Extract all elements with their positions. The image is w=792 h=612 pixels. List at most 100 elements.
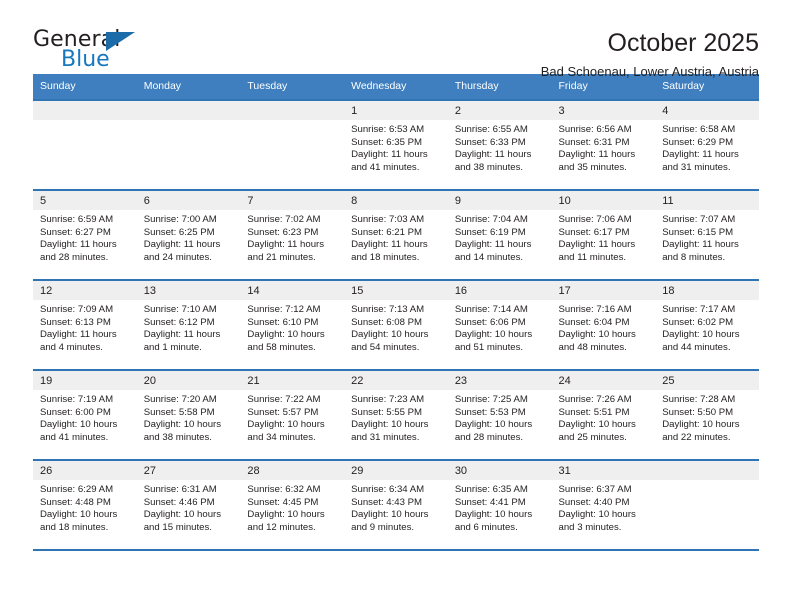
day-cell[interactable]: 20 Sunrise: 7:20 AM Sunset: 5:58 PM Dayl… — [136, 369, 241, 460]
sunrise-text: Sunrise: 6:32 AM — [247, 484, 321, 495]
sunset-text: Sunset: 5:58 PM — [143, 406, 215, 418]
sunset-text: Sunset: 4:43 PM — [351, 496, 423, 508]
sunrise-text: Sunrise: 7:13 AM — [351, 304, 425, 315]
daylight-text: Daylight: 11 hours and 41 minutes. — [351, 149, 428, 173]
day-cell[interactable]: 3 Sunrise: 6:56 AM Sunset: 6:31 PM Dayli… — [551, 99, 656, 190]
daylight-text: Daylight: 10 hours and 12 minutes. — [247, 509, 325, 533]
day-number: 2 — [447, 101, 552, 120]
day-cell[interactable]: 11 Sunrise: 7:07 AM Sunset: 6:15 PM Dayl… — [655, 189, 759, 280]
sunrise-text: Sunrise: 6:29 AM — [40, 484, 114, 495]
sunrise-text: Sunrise: 7:16 AM — [558, 304, 632, 315]
day-cell[interactable]: 4 Sunrise: 6:58 AM Sunset: 6:29 PM Dayli… — [655, 99, 759, 190]
daylight-text: Daylight: 10 hours and 38 minutes. — [143, 419, 222, 443]
daylight-text: Daylight: 11 hours and 31 minutes. — [662, 149, 739, 173]
day-details: Sunrise: 6:32 AM Sunset: 4:45 PM Dayligh… — [240, 480, 344, 534]
day-details: Sunrise: 7:14 AM Sunset: 6:06 PM Dayligh… — [448, 300, 552, 354]
daylight-text: Daylight: 10 hours and 6 minutes. — [454, 509, 533, 533]
sunrise-text: Sunrise: 7:02 AM — [247, 214, 321, 225]
day-number: 22 — [344, 371, 448, 390]
day-cell[interactable]: 29 Sunrise: 6:34 AM Sunset: 4:43 PM Dayl… — [344, 459, 448, 549]
day-cell[interactable]: 27 Sunrise: 6:31 AM Sunset: 4:46 PM Dayl… — [136, 459, 241, 549]
daylight-text: Daylight: 11 hours and 14 minutes. — [454, 239, 532, 263]
day-cell[interactable]: 2 Sunrise: 6:55 AM Sunset: 6:33 PM Dayli… — [447, 99, 552, 190]
day-number: 13 — [136, 281, 241, 300]
sunrise-text: Sunrise: 7:00 AM — [143, 214, 217, 225]
daylight-text: Daylight: 10 hours and 15 minutes. — [143, 509, 222, 533]
sunset-text: Sunset: 4:46 PM — [143, 496, 215, 508]
day-details: Sunrise: 7:03 AM Sunset: 6:21 PM Dayligh… — [344, 210, 448, 264]
sunrise-text: Sunrise: 7:14 AM — [454, 304, 528, 315]
day-cell[interactable]: 18 Sunrise: 7:17 AM Sunset: 6:02 PM Dayl… — [655, 279, 759, 370]
sunrise-text: Sunrise: 7:28 AM — [662, 394, 736, 405]
day-cell[interactable]: 31 Sunrise: 6:37 AM Sunset: 4:40 PM Dayl… — [551, 459, 656, 549]
sunrise-text: Sunrise: 7:25 AM — [454, 394, 528, 405]
sunrise-text: Sunrise: 7:23 AM — [351, 394, 425, 405]
daylight-text: Daylight: 10 hours and 51 minutes. — [454, 329, 533, 353]
day-cell[interactable]: 16 Sunrise: 7:14 AM Sunset: 6:06 PM Dayl… — [447, 279, 552, 370]
day-cell[interactable]: 28 Sunrise: 6:32 AM Sunset: 4:45 PM Dayl… — [240, 459, 345, 549]
daylight-text: Daylight: 11 hours and 18 minutes. — [351, 239, 428, 263]
day-details: Sunrise: 6:55 AM Sunset: 6:33 PM Dayligh… — [448, 120, 552, 174]
day-cell-empty — [136, 99, 241, 190]
day-cell[interactable]: 17 Sunrise: 7:16 AM Sunset: 6:04 PM Dayl… — [551, 279, 656, 370]
daylight-text: Daylight: 10 hours and 25 minutes. — [558, 419, 636, 443]
daylight-text: Daylight: 10 hours and 48 minutes. — [558, 329, 636, 353]
day-cell[interactable]: 19 Sunrise: 7:19 AM Sunset: 6:00 PM Dayl… — [33, 369, 137, 460]
daylight-text: Daylight: 10 hours and 28 minutes. — [454, 419, 533, 443]
sunset-text: Sunset: 6:25 PM — [143, 226, 215, 238]
day-cell[interactable]: 7 Sunrise: 7:02 AM Sunset: 6:23 PM Dayli… — [240, 189, 345, 280]
day-number: 16 — [447, 281, 552, 300]
day-details: Sunrise: 7:10 AM Sunset: 6:12 PM Dayligh… — [137, 300, 241, 354]
daylight-text: Daylight: 10 hours and 18 minutes. — [40, 509, 118, 533]
sunset-text: Sunset: 6:06 PM — [454, 316, 526, 328]
day-number: 25 — [655, 371, 759, 390]
day-cell[interactable]: 5 Sunrise: 6:59 AM Sunset: 6:27 PM Dayli… — [33, 189, 137, 280]
daylight-text: Daylight: 10 hours and 22 minutes. — [662, 419, 740, 443]
week-row: 5 Sunrise: 6:59 AM Sunset: 6:27 PM Dayli… — [33, 189, 759, 280]
sunrise-text: Sunrise: 7:20 AM — [143, 394, 217, 405]
day-cell[interactable]: 9 Sunrise: 7:04 AM Sunset: 6:19 PM Dayli… — [447, 189, 552, 280]
sunrise-sunset-calendar: Sunday Monday Tuesday Wednesday Thursday… — [33, 74, 759, 549]
general-blue-logo[interactable]: General Blue — [33, 27, 293, 79]
day-details: Sunrise: 6:29 AM Sunset: 4:48 PM Dayligh… — [33, 480, 137, 534]
day-cell[interactable]: 23 Sunrise: 7:25 AM Sunset: 5:53 PM Dayl… — [447, 369, 552, 460]
day-number: 6 — [136, 191, 241, 210]
logo-text-blue: Blue — [61, 47, 110, 72]
day-cell[interactable]: 24 Sunrise: 7:26 AM Sunset: 5:51 PM Dayl… — [551, 369, 656, 460]
weekday-wednesday: Wednesday — [344, 74, 448, 100]
day-number: 30 — [447, 461, 552, 480]
sunset-text: Sunset: 4:41 PM — [454, 496, 526, 508]
sunrise-text: Sunrise: 6:37 AM — [558, 484, 632, 495]
day-details: Sunrise: 7:00 AM Sunset: 6:25 PM Dayligh… — [137, 210, 241, 264]
day-number: 17 — [551, 281, 656, 300]
day-number: 28 — [240, 461, 345, 480]
day-number: 9 — [447, 191, 552, 210]
day-cell[interactable]: 14 Sunrise: 7:12 AM Sunset: 6:10 PM Dayl… — [240, 279, 345, 370]
week-row: 12 Sunrise: 7:09 AM Sunset: 6:13 PM Dayl… — [33, 279, 759, 370]
sunset-text: Sunset: 6:12 PM — [143, 316, 215, 328]
day-cell[interactable]: 30 Sunrise: 6:35 AM Sunset: 4:41 PM Dayl… — [447, 459, 552, 549]
sunrise-text: Sunrise: 6:53 AM — [351, 124, 425, 135]
sunrise-text: Sunrise: 6:56 AM — [558, 124, 632, 135]
day-cell[interactable]: 8 Sunrise: 7:03 AM Sunset: 6:21 PM Dayli… — [344, 189, 448, 280]
day-details: Sunrise: 7:06 AM Sunset: 6:17 PM Dayligh… — [552, 210, 656, 264]
day-cell[interactable]: 25 Sunrise: 7:28 AM Sunset: 5:50 PM Dayl… — [655, 369, 759, 460]
day-number: 23 — [447, 371, 552, 390]
day-cell[interactable]: 12 Sunrise: 7:09 AM Sunset: 6:13 PM Dayl… — [33, 279, 137, 370]
sunset-text: Sunset: 4:48 PM — [40, 496, 111, 508]
day-cell[interactable]: 21 Sunrise: 7:22 AM Sunset: 5:57 PM Dayl… — [240, 369, 345, 460]
sunrise-text: Sunrise: 7:03 AM — [351, 214, 425, 225]
day-cell[interactable]: 15 Sunrise: 7:13 AM Sunset: 6:08 PM Dayl… — [344, 279, 448, 370]
logo-triangle-icon — [106, 32, 135, 51]
day-number: 26 — [33, 461, 137, 480]
sunrise-text: Sunrise: 7:04 AM — [454, 214, 528, 225]
sunset-text: Sunset: 4:40 PM — [558, 496, 630, 508]
day-cell[interactable]: 22 Sunrise: 7:23 AM Sunset: 5:55 PM Dayl… — [344, 369, 448, 460]
sunset-text: Sunset: 6:27 PM — [40, 226, 111, 238]
sunset-text: Sunset: 5:55 PM — [351, 406, 423, 418]
day-cell[interactable]: 13 Sunrise: 7:10 AM Sunset: 6:12 PM Dayl… — [136, 279, 241, 370]
day-cell[interactable]: 26 Sunrise: 6:29 AM Sunset: 4:48 PM Dayl… — [33, 459, 137, 549]
day-cell[interactable]: 10 Sunrise: 7:06 AM Sunset: 6:17 PM Dayl… — [551, 189, 656, 280]
day-cell[interactable]: 6 Sunrise: 7:00 AM Sunset: 6:25 PM Dayli… — [136, 189, 241, 280]
day-cell[interactable]: 1 Sunrise: 6:53 AM Sunset: 6:35 PM Dayli… — [344, 99, 448, 190]
